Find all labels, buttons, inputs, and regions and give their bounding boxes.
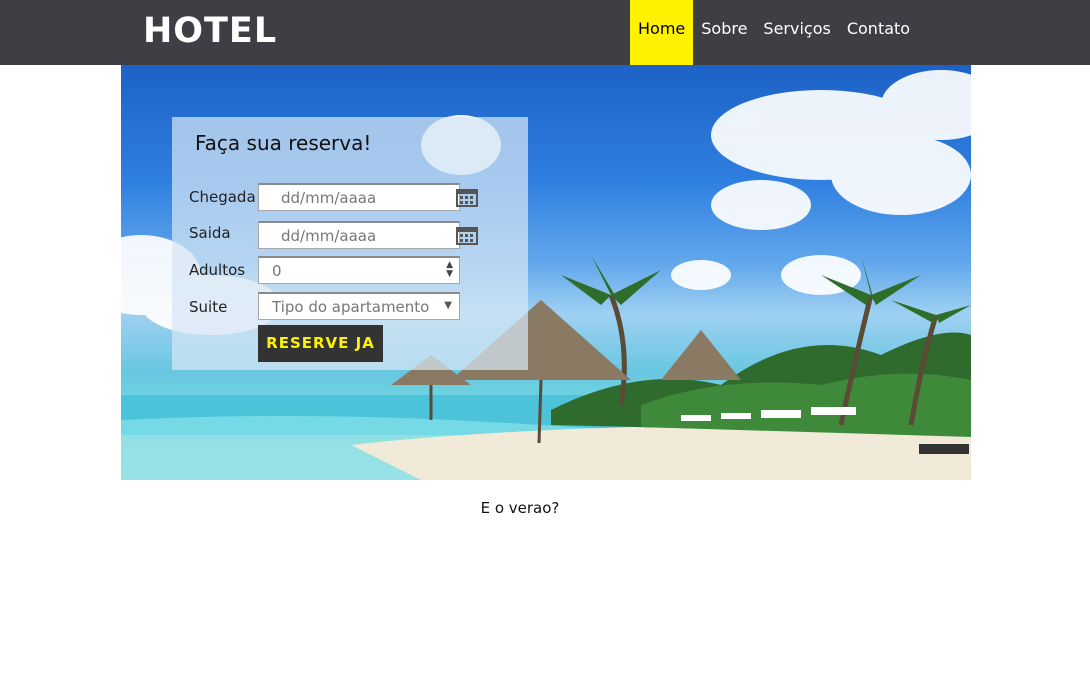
top-navbar: HOTEL Home Sobre Serviços Contato: [0, 0, 1090, 65]
checkin-date-input[interactable]: dd/mm/aaaa: [258, 183, 478, 211]
suite-placeholder: Tipo do apartamento: [272, 298, 430, 316]
hotel-logo[interactable]: HOTEL: [143, 10, 277, 52]
checkout-placeholder: dd/mm/aaaa: [281, 227, 377, 245]
reserve-button[interactable]: RESERVE JA: [258, 325, 383, 362]
booking-form: Faça sua reserva! Chegada dd/mm/aaaa Sai…: [172, 117, 528, 370]
adults-value: 0: [272, 262, 282, 280]
booking-title: Faça sua reserva!: [195, 131, 372, 155]
caption-text: E o verao?: [480, 499, 560, 517]
nav-home[interactable]: Home: [630, 0, 694, 65]
main-nav: Home Sobre Serviços Contato: [630, 0, 918, 65]
adults-number-input[interactable]: 0 ▲ ▼: [258, 256, 460, 284]
nav-contato[interactable]: Contato: [839, 0, 918, 57]
suite-select[interactable]: Tipo do apartamento ▼: [258, 292, 460, 320]
nav-servicos[interactable]: Serviços: [755, 0, 838, 57]
adults-label: Adultos: [189, 261, 246, 279]
checkin-label: Chegada: [189, 188, 256, 206]
checkout-date-input[interactable]: dd/mm/aaaa: [258, 221, 478, 249]
checkin-placeholder: dd/mm/aaaa: [281, 189, 377, 207]
hero-banner-slider: Faça sua reserva! Chegada dd/mm/aaaa Sai…: [121, 65, 971, 480]
spinner-arrows-icon[interactable]: ▲ ▼: [446, 261, 453, 279]
nav-sobre[interactable]: Sobre: [693, 0, 755, 57]
chevron-down-icon: ▼: [444, 300, 452, 311]
slider-indicator[interactable]: [919, 444, 969, 454]
checkout-label: Saida: [189, 224, 231, 242]
suite-label: Suite: [189, 298, 228, 316]
